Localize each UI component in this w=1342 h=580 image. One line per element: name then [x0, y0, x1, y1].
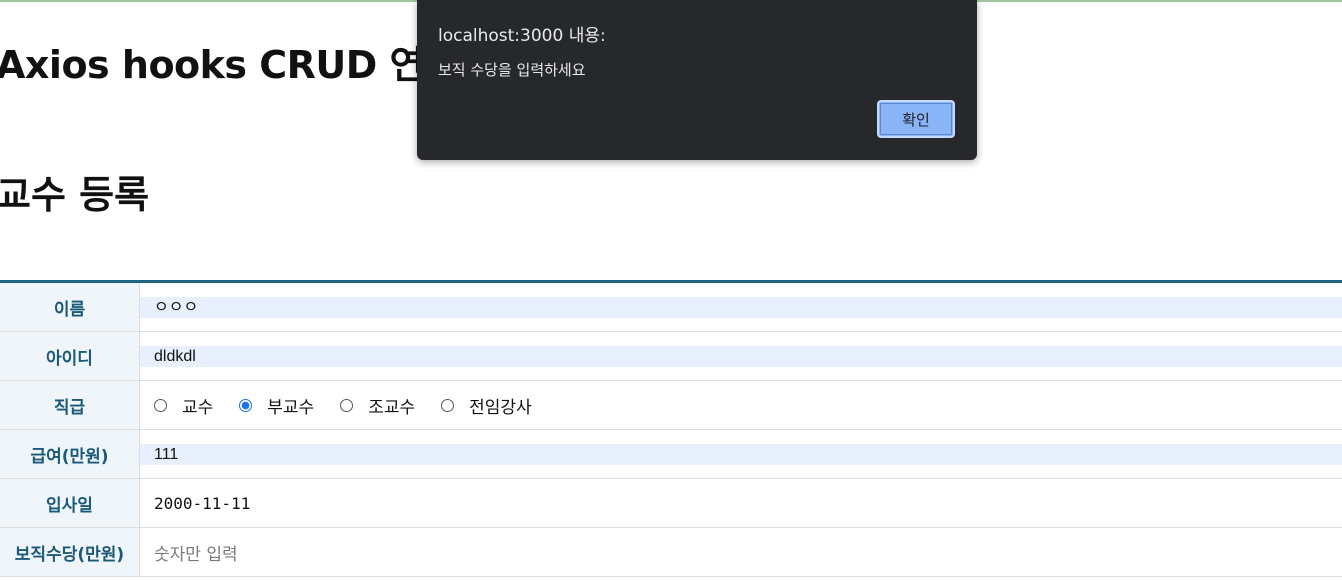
position-option-assistant[interactable]: 조교수 [340, 393, 415, 418]
form-row-salary: 급여(만원) 111 [0, 429, 1342, 479]
salary-input[interactable]: 111 [140, 443, 1342, 465]
position-radio-group: 교수 부교수 조교수 전임강사 [154, 393, 1342, 418]
form-row-name: 이름 ㅇㅇㅇ [0, 281, 1342, 332]
radio-associate[interactable] [239, 398, 253, 412]
name-label: 이름 [0, 281, 140, 332]
page: Axios hooks CRUD 연습 교수 등록 이름 ㅇㅇㅇ 아이디 dld… [0, 0, 1342, 580]
position-label: 직급 [0, 380, 140, 430]
radio-professor[interactable] [154, 398, 167, 412]
dialog-title: localhost:3000 내용: [438, 26, 606, 46]
dialog-message: 보직 수당을 입력하세요 [438, 61, 586, 79]
radio-assistant-label: 조교수 [368, 397, 416, 418]
radio-instructor[interactable] [441, 398, 455, 412]
alert-dialog: localhost:3000 내용: 보직 수당을 입력하세요 확인 [417, 0, 977, 160]
radio-associate-label: 부교수 [267, 397, 315, 418]
radio-assistant[interactable] [340, 398, 354, 412]
form-row-userid: 아이디 dldkdl [0, 331, 1342, 381]
section-title: 교수 등록 [0, 173, 150, 217]
userid-label: 아이디 [0, 331, 140, 381]
dialog-ok-button[interactable]: 확인 [877, 100, 955, 138]
form-row-bonus: 보직수당(만원) 숫자만 입력 [0, 527, 1342, 577]
name-input[interactable]: ㅇㅇㅇ [140, 296, 1342, 318]
hiredate-input[interactable]: 2000-11-11 [154, 494, 250, 513]
form-row-hiredate: 입사일 2000-11-11 [0, 478, 1342, 528]
position-option-instructor[interactable]: 전임강사 [441, 393, 532, 418]
form-row-position: 직급 교수 부교수 조교수 전임강사 [0, 380, 1342, 430]
radio-instructor-label: 전임강사 [469, 397, 532, 418]
salary-label: 급여(만원) [0, 429, 140, 479]
bonus-input[interactable]: 숫자만 입력 [154, 545, 238, 565]
app-title: Axios hooks CRUD 연습 [0, 43, 459, 87]
radio-professor-label: 교수 [182, 397, 214, 418]
bonus-label: 보직수당(만원) [0, 527, 140, 577]
professor-form-table: 이름 ㅇㅇㅇ 아이디 dldkdl 직급 교수 부교수 조교수 전임강사 급여(… [0, 280, 1342, 577]
position-option-professor[interactable]: 교수 [154, 393, 213, 418]
position-option-associate[interactable]: 부교수 [239, 393, 314, 418]
userid-input[interactable]: dldkdl [140, 345, 1342, 367]
hiredate-label: 입사일 [0, 478, 140, 528]
